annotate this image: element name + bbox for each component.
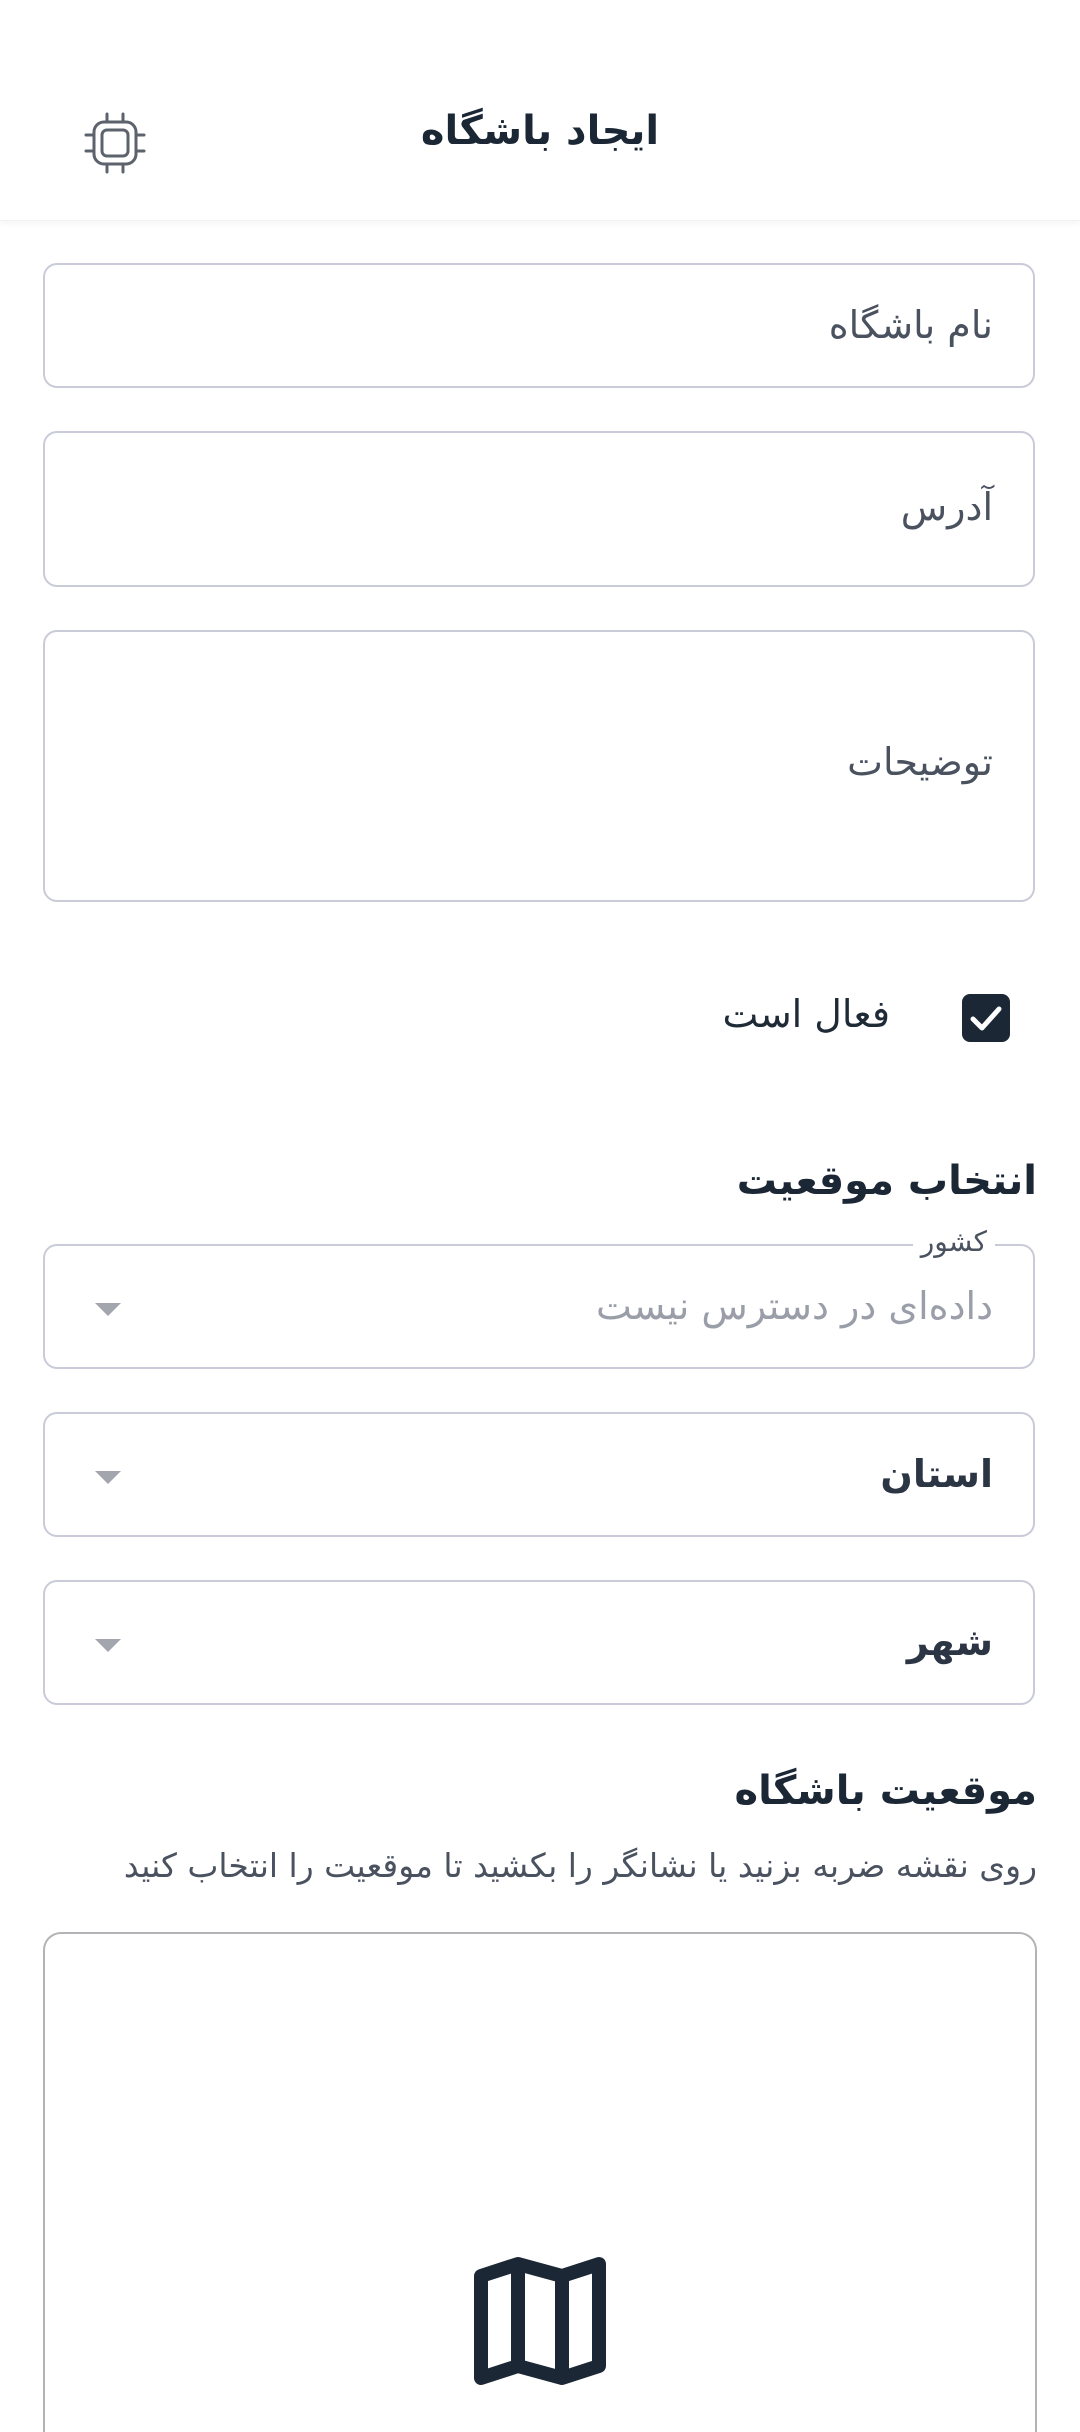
country-label: کشور bbox=[912, 1224, 995, 1260]
province-label: استان bbox=[880, 1452, 993, 1496]
check-icon bbox=[970, 1006, 1002, 1031]
app-bar: ایجاد باشگاه bbox=[0, 0, 1080, 221]
active-label: فعال است bbox=[722, 992, 890, 1036]
map-hint: روی نقشه ضربه بزنید یا نشانگر را بکشید ت… bbox=[123, 1846, 1037, 1885]
country-dropdown[interactable]: کشور داده‌ای در دسترس نیست bbox=[43, 1224, 1035, 1369]
description-placeholder: توضیحات bbox=[847, 740, 993, 784]
chevron-down-icon bbox=[95, 1303, 121, 1316]
chevron-down-icon bbox=[95, 1471, 121, 1484]
page-title: ایجاد باشگاه bbox=[420, 108, 660, 154]
chevron-down-icon bbox=[95, 1639, 121, 1652]
map-section-title: موقعیت باشگاه bbox=[734, 1768, 1037, 1814]
active-checkbox[interactable] bbox=[962, 994, 1010, 1042]
province-dropdown[interactable]: استان bbox=[43, 1412, 1035, 1537]
club-name-placeholder: نام باشگاه bbox=[828, 303, 993, 347]
location-section-title: انتخاب موقعیت bbox=[736, 1158, 1037, 1204]
map-icon bbox=[473, 2256, 607, 2386]
city-label: شهر bbox=[906, 1620, 993, 1664]
address-placeholder: آدرس bbox=[900, 485, 993, 529]
city-dropdown[interactable]: شهر bbox=[43, 1580, 1035, 1705]
club-name-field[interactable]: نام باشگاه bbox=[43, 263, 1035, 388]
country-value: داده‌ای در دسترس نیست bbox=[596, 1284, 993, 1328]
address-field[interactable]: آدرس bbox=[43, 431, 1035, 587]
description-field[interactable]: توضیحات bbox=[43, 630, 1035, 902]
